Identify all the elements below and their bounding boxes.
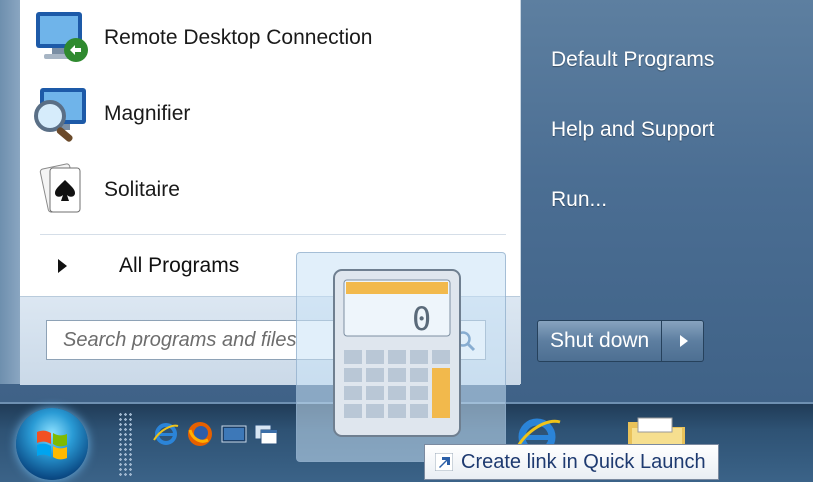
- all-programs-button[interactable]: All Programs: [58, 250, 239, 282]
- drag-tooltip: Create link in Quick Launch: [424, 444, 719, 480]
- windows-logo-icon: [37, 430, 67, 460]
- firefox-icon[interactable]: [186, 420, 214, 448]
- remote-desktop-icon: [30, 8, 94, 68]
- program-label: Remote Desktop Connection: [104, 26, 373, 49]
- run-link[interactable]: Run...: [551, 188, 607, 212]
- magnifier-icon: [30, 84, 94, 144]
- tooltip-text: Create link in Quick Launch: [461, 450, 706, 473]
- start-button[interactable]: [16, 408, 88, 480]
- internet-explorer-icon[interactable]: [152, 420, 180, 448]
- shutdown-button[interactable]: Shut down: [537, 320, 663, 362]
- solitaire-icon: [30, 160, 94, 220]
- shortcut-arrow-icon: [435, 453, 453, 471]
- all-programs-label: All Programs: [119, 254, 240, 277]
- menu-separator: [40, 234, 506, 235]
- shutdown-options-button[interactable]: [662, 320, 705, 362]
- calculator-icon: [333, 269, 461, 437]
- toolbar-grip[interactable]: [118, 412, 132, 476]
- triangle-right-icon: [680, 335, 689, 347]
- default-programs-link[interactable]: Default Programs: [551, 48, 714, 72]
- program-remote-desktop[interactable]: Remote Desktop Connection: [30, 6, 500, 70]
- program-label: Solitaire: [104, 178, 180, 201]
- program-label: Magnifier: [104, 102, 191, 125]
- calculator-display: 0: [412, 300, 432, 338]
- help-and-support-link[interactable]: Help and Support: [551, 118, 714, 142]
- shutdown-control: Shut down: [537, 320, 705, 362]
- program-magnifier[interactable]: Magnifier: [30, 82, 500, 146]
- show-desktop-icon[interactable]: [220, 420, 248, 448]
- switch-windows-icon[interactable]: [252, 420, 280, 448]
- triangle-right-icon: [58, 259, 67, 273]
- program-solitaire[interactable]: Solitaire: [30, 158, 500, 222]
